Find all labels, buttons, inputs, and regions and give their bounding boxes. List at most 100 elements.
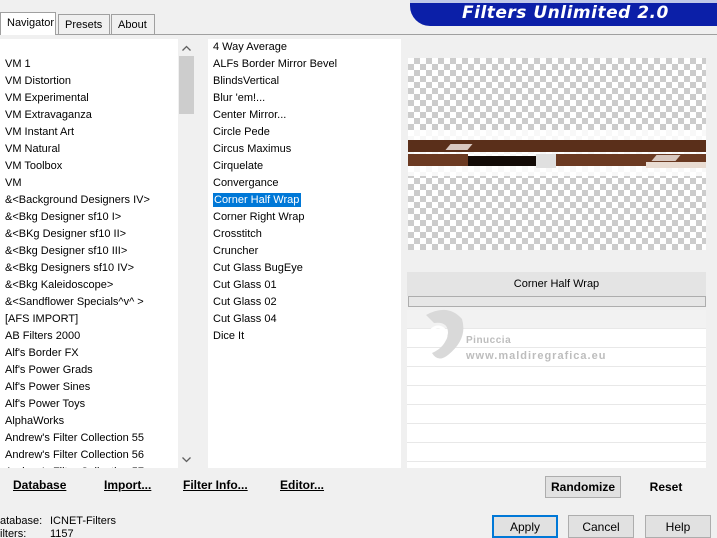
parameter-row bbox=[407, 367, 706, 386]
filter-item-label: 4 Way Average bbox=[213, 41, 287, 53]
help-label: Help bbox=[665, 519, 691, 534]
filter-item[interactable]: Circus Maximus bbox=[208, 141, 401, 158]
filter-item[interactable]: Cut Glass BugEye bbox=[208, 260, 401, 277]
category-item[interactable]: &<Sandflower Specials^v^ > bbox=[0, 294, 178, 311]
parameter-row bbox=[407, 348, 706, 367]
filter-item-label: Convergance bbox=[213, 177, 279, 189]
category-item[interactable]: Alf's Power Grads bbox=[0, 362, 178, 379]
cancel-button[interactable]: Cancel bbox=[568, 515, 634, 538]
filter-item[interactable]: Convergance bbox=[208, 175, 401, 192]
category-item[interactable]: &<Background Designers IV> bbox=[0, 192, 178, 209]
filter-item-label: ALFs Border Mirror Bevel bbox=[213, 58, 338, 70]
filter-item-label: BlindsVertical bbox=[213, 75, 280, 87]
category-item[interactable]: Andrew's Filter Collection 55 bbox=[0, 430, 178, 447]
category-item[interactable]: VM 1 bbox=[0, 56, 178, 73]
filter-item-label: Center Mirror... bbox=[213, 109, 287, 121]
filter-item-selected[interactable]: Corner Half Wrap bbox=[208, 192, 401, 209]
category-item[interactable]: &<Bkg Designer sf10 III> bbox=[0, 243, 178, 260]
parameter-row bbox=[407, 424, 706, 443]
category-item[interactable]: VM Experimental bbox=[0, 90, 178, 107]
randomize-label: Randomize bbox=[550, 480, 615, 494]
category-item[interactable]: AlphaWorks bbox=[0, 413, 178, 430]
filter-item[interactable]: Cut Glass 02 bbox=[208, 294, 401, 311]
tab-presets[interactable]: Presets bbox=[58, 14, 110, 34]
scroll-thumb[interactable] bbox=[179, 56, 194, 114]
category-item[interactable]: &<Bkg Kaleidoscope> bbox=[0, 277, 178, 294]
tab-navigator[interactable]: Navigator bbox=[0, 12, 56, 35]
category-item[interactable]: &<BKg Designer sf10 II> bbox=[0, 226, 178, 243]
category-list[interactable]: VM 1 VM Distortion VM Experimental VM Extra… bbox=[0, 39, 178, 468]
filter-item[interactable]: Cirquelate bbox=[208, 158, 401, 175]
filter-item[interactable]: Dice It bbox=[208, 328, 401, 345]
filter-item[interactable]: Circle Pede bbox=[208, 124, 401, 141]
chevron-up-icon bbox=[182, 45, 191, 51]
category-item[interactable]: VM Distortion bbox=[0, 73, 178, 90]
category-item[interactable]: Alf's Power Sines bbox=[0, 379, 178, 396]
database-value: ICNET-Filters bbox=[50, 515, 116, 527]
preview-band bbox=[651, 155, 681, 161]
filter-item[interactable]: BlindsVertical bbox=[208, 73, 401, 90]
category-item[interactable]: Alf's Border FX bbox=[0, 345, 178, 362]
filter-item[interactable]: ALFs Border Mirror Bevel bbox=[208, 56, 401, 73]
reset-button[interactable]: Reset bbox=[628, 476, 704, 498]
filters-count-value: 1157 bbox=[50, 528, 74, 538]
filter-item[interactable]: Crosstitch bbox=[208, 226, 401, 243]
filter-item-label: Cut Glass 01 bbox=[213, 279, 277, 291]
filter-item-label: Cut Glass 04 bbox=[213, 313, 277, 325]
category-item[interactable]: Andrew's Filter Collection 57 bbox=[0, 464, 178, 468]
category-item[interactable]: VM Toolbox bbox=[0, 158, 178, 175]
parameter-row bbox=[407, 329, 706, 348]
scroll-down-button[interactable] bbox=[178, 451, 195, 468]
category-item[interactable]: Andrew's Filter Collection 56 bbox=[0, 447, 178, 464]
category-item[interactable]: Alf's Power Toys bbox=[0, 396, 178, 413]
cancel-label: Cancel bbox=[582, 519, 620, 534]
app-title: Filters Unlimited 2.0 bbox=[462, 3, 669, 23]
editor-button[interactable]: Editor... bbox=[280, 478, 324, 492]
category-item[interactable]: &<Bkg Designer sf10 I> bbox=[0, 209, 178, 226]
header-banner: Filters Unlimited 2.0 bbox=[410, 0, 717, 26]
filter-item-label: Cruncher bbox=[213, 245, 259, 257]
filter-item[interactable]: 4 Way Average bbox=[208, 39, 401, 56]
category-item[interactable]: VM Instant Art bbox=[0, 124, 178, 141]
reset-label: Reset bbox=[649, 480, 683, 494]
filter-item[interactable]: Blur 'em!... bbox=[208, 90, 401, 107]
category-item[interactable]: VM Natural bbox=[0, 141, 178, 158]
category-item[interactable]: &<Bkg Designers sf10 IV> bbox=[0, 260, 178, 277]
category-item[interactable]: VM bbox=[0, 175, 178, 192]
filter-item[interactable]: Center Mirror... bbox=[208, 107, 401, 124]
randomize-button[interactable]: Randomize bbox=[545, 476, 621, 498]
preview-band bbox=[408, 140, 556, 152]
preview-band bbox=[536, 154, 556, 168]
category-scrollbar[interactable] bbox=[178, 39, 195, 468]
filter-list[interactable]: 4 Way Average ALFs Border Mirror Bevel Bli… bbox=[208, 39, 401, 468]
filter-item[interactable]: Cruncher bbox=[208, 243, 401, 260]
help-button[interactable]: Help bbox=[645, 515, 711, 538]
filter-item-label: Circus Maximus bbox=[213, 143, 292, 155]
tab-about[interactable]: About bbox=[111, 14, 155, 34]
parameter-row bbox=[407, 310, 706, 329]
progress-bar bbox=[408, 296, 706, 307]
import-button[interactable]: Import... bbox=[104, 478, 151, 492]
apply-label: Apply bbox=[509, 519, 541, 534]
filters-count-label: ilters: bbox=[0, 528, 27, 538]
preview-band bbox=[646, 162, 706, 168]
filter-item[interactable]: Cut Glass 04 bbox=[208, 311, 401, 328]
filter-info-button[interactable]: Filter Info... bbox=[183, 478, 248, 492]
filter-item-label: Cut Glass 02 bbox=[213, 296, 277, 308]
category-item[interactable]: [AFS IMPORT] bbox=[0, 311, 178, 328]
category-item[interactable]: VM Extravaganza bbox=[0, 107, 178, 124]
database-button[interactable]: Database bbox=[13, 478, 66, 492]
filter-item[interactable]: Corner Right Wrap bbox=[208, 209, 401, 226]
category-item[interactable]: AB Filters 2000 bbox=[0, 328, 178, 345]
chevron-down-icon bbox=[182, 456, 191, 462]
apply-button[interactable]: Apply bbox=[492, 515, 558, 538]
parameter-panel bbox=[407, 310, 706, 468]
filter-item-label: Blur 'em!... bbox=[213, 92, 266, 104]
filter-item-label: Circle Pede bbox=[213, 126, 270, 138]
database-label: atabase: bbox=[0, 515, 43, 527]
parameter-row bbox=[407, 386, 706, 405]
filter-item-label: Cut Glass BugEye bbox=[213, 262, 303, 274]
tab-panel-border bbox=[0, 34, 717, 35]
scroll-up-button[interactable] bbox=[178, 39, 195, 56]
filter-item[interactable]: Cut Glass 01 bbox=[208, 277, 401, 294]
